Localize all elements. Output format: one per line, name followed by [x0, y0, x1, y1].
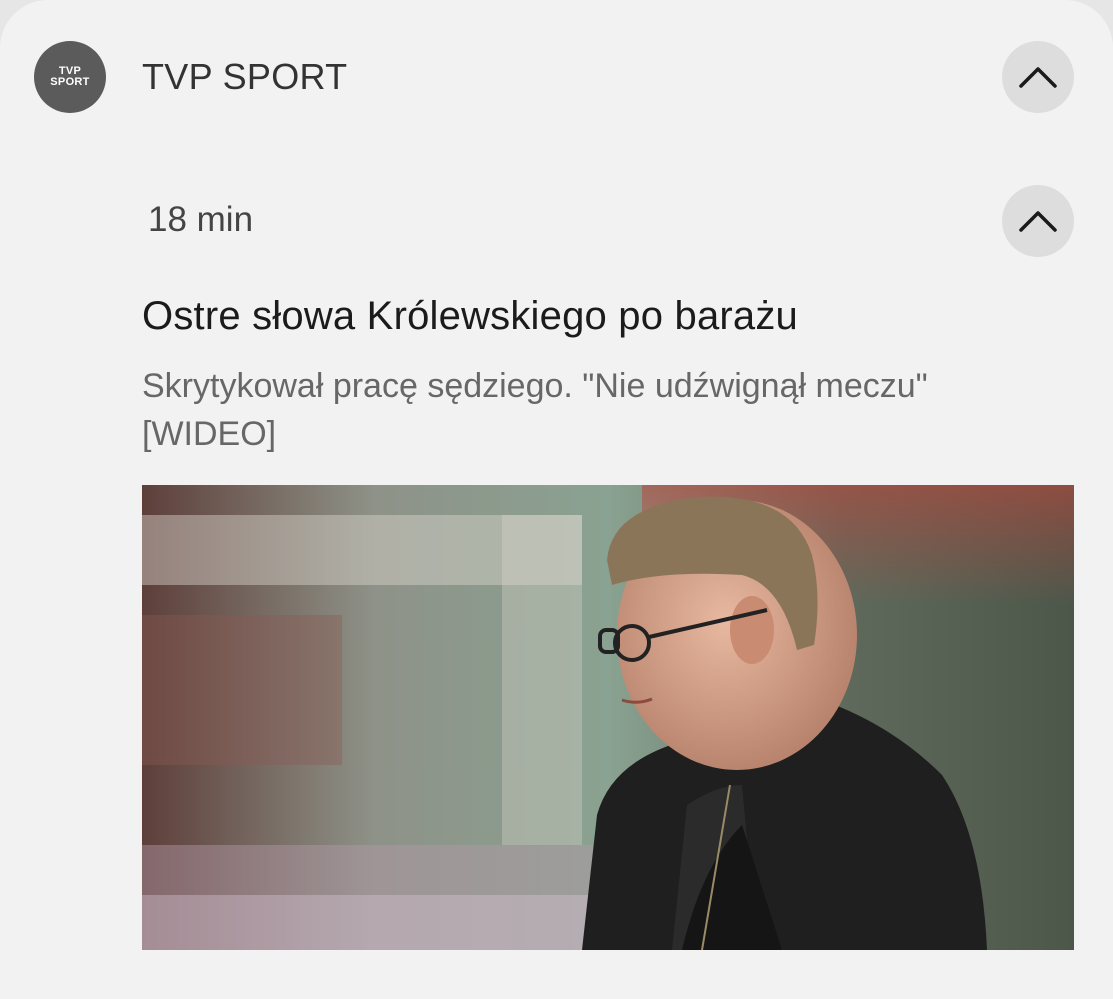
app-name: TVP SPORT — [142, 56, 348, 97]
news-photo — [142, 485, 1074, 950]
app-logo-line2: SPORT — [50, 76, 90, 88]
notification-title[interactable]: Ostre słowa Królewskiego po barażu — [142, 294, 798, 339]
collapse-notification-button[interactable] — [1002, 185, 1074, 257]
collapse-app-button[interactable] — [1002, 41, 1074, 113]
notification-body[interactable]: Skrytykował pracę sędziego. "Nie udźwign… — [142, 362, 1042, 458]
notification-image[interactable] — [142, 485, 1074, 950]
app-logo: TVP SPORT — [34, 41, 106, 113]
notification-time: 18 min — [148, 200, 254, 239]
notification-card[interactable]: TVP SPORT TVP SPORT 18 min Ostre słowa K… — [0, 0, 1113, 999]
chevron-up-icon — [1019, 67, 1057, 88]
chevron-up-icon — [1019, 211, 1057, 232]
